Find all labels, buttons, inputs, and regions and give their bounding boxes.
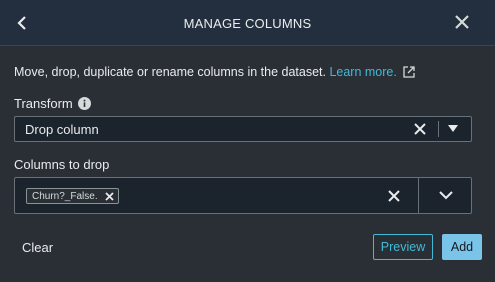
modal-header: MANAGE COLUMNS [0,0,495,46]
learn-more-link[interactable]: Learn more. [329,65,396,79]
close-icon [455,15,469,29]
close-button[interactable] [452,12,472,32]
preview-button[interactable]: Preview [373,234,433,260]
transform-selected-value: Drop column [25,122,99,137]
transform-label: Transform [14,96,73,111]
info-icon[interactable] [78,97,91,110]
transform-select[interactable]: Drop column [14,116,472,142]
column-token: Churn?_False. [26,188,119,204]
clear-button[interactable]: Clear [22,240,53,255]
select-divider [438,121,439,137]
external-link-icon[interactable] [403,66,415,78]
caret-down-icon[interactable] [447,124,459,134]
add-button[interactable]: Add [442,234,482,260]
clear-all-icon[interactable] [387,189,401,203]
description-text: Move, drop, duplicate or rename columns … [14,65,330,79]
modal-title: MANAGE COLUMNS [183,16,312,31]
columns-multiselect[interactable]: Churn?_False. [14,177,472,214]
columns-label: Columns to drop [14,157,110,172]
chevron-down-icon[interactable] [439,190,453,200]
column-token-label: Churn?_False. [32,190,98,202]
clear-selection-icon[interactable] [413,122,427,136]
remove-token-icon[interactable] [104,191,114,201]
multiselect-divider [418,178,419,213]
description: Move, drop, duplicate or rename columns … [14,65,415,79]
